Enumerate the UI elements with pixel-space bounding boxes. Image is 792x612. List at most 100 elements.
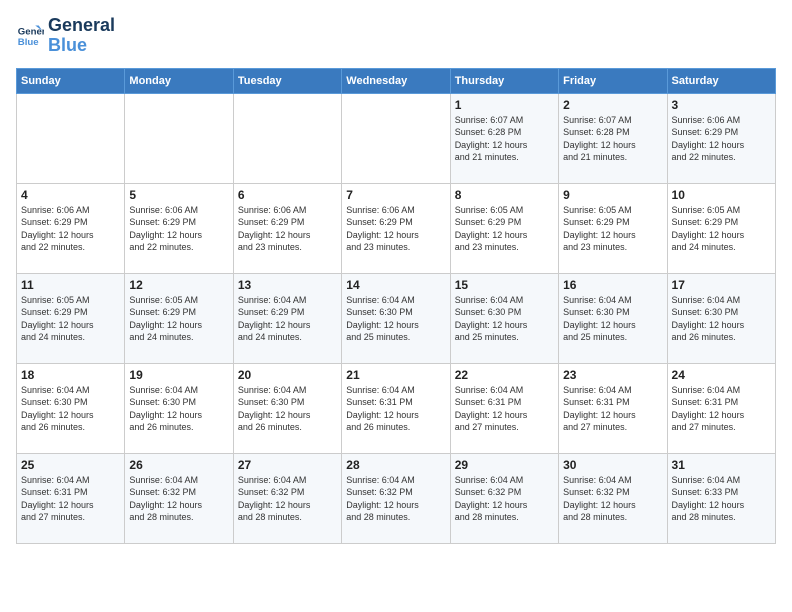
day-info: Sunrise: 6:05 AM Sunset: 6:29 PM Dayligh… — [21, 294, 120, 344]
day-number: 2 — [563, 98, 662, 112]
day-number: 22 — [455, 368, 554, 382]
weekday-header-saturday: Saturday — [667, 68, 775, 93]
weekday-header-wednesday: Wednesday — [342, 68, 450, 93]
day-info: Sunrise: 6:06 AM Sunset: 6:29 PM Dayligh… — [346, 204, 445, 254]
calendar-cell: 31Sunrise: 6:04 AM Sunset: 6:33 PM Dayli… — [667, 453, 775, 543]
day-info: Sunrise: 6:04 AM Sunset: 6:30 PM Dayligh… — [129, 384, 228, 434]
day-number: 15 — [455, 278, 554, 292]
logo: General Blue General Blue — [16, 16, 115, 56]
calendar-cell: 5 Sunrise: 6:06 AM Sunset: 6:29 PM Daylig… — [125, 183, 233, 273]
day-info: Sunrise: 6:04 AM Sunset: 6:31 PM Dayligh… — [563, 384, 662, 434]
calendar-cell: 2Sunrise: 6:07 AM Sunset: 6:28 PM Daylig… — [559, 93, 667, 183]
weekday-header-tuesday: Tuesday — [233, 68, 341, 93]
day-info: Sunrise: 6:04 AM Sunset: 6:30 PM Dayligh… — [346, 294, 445, 344]
week-row-4: 25 Sunrise: 6:04 AM Sunset: 6:31 PM Dayli… — [17, 453, 776, 543]
calendar-cell: 28 Sunrise: 6:04 AM Sunset: 6:32 PM Dayli… — [342, 453, 450, 543]
logo-text: General Blue — [48, 16, 115, 56]
calendar-cell: 17 Sunrise: 6:04 AM Sunset: 6:30 PM Dayli… — [667, 273, 775, 363]
day-info: Sunrise: 6:06 AM Sunset: 6:29 PM Dayligh… — [238, 204, 337, 254]
calendar-cell: 19 Sunrise: 6:04 AM Sunset: 6:30 PM Dayli… — [125, 363, 233, 453]
day-number: 10 — [672, 188, 771, 202]
calendar-cell: 7 Sunrise: 6:06 AM Sunset: 6:29 PM Daylig… — [342, 183, 450, 273]
weekday-header-thursday: Thursday — [450, 68, 558, 93]
calendar-cell: 14 Sunrise: 6:04 AM Sunset: 6:30 PM Dayli… — [342, 273, 450, 363]
calendar-cell: 18 Sunrise: 6:04 AM Sunset: 6:30 PM Dayli… — [17, 363, 125, 453]
day-info: Sunrise: 6:05 AM Sunset: 6:29 PM Dayligh… — [129, 294, 228, 344]
day-info: Sunrise: 6:04 AM Sunset: 6:31 PM Dayligh… — [21, 474, 120, 524]
calendar-cell: 23 Sunrise: 6:04 AM Sunset: 6:31 PM Dayli… — [559, 363, 667, 453]
calendar-cell — [342, 93, 450, 183]
calendar-cell: 12Sunrise: 6:05 AM Sunset: 6:29 PM Dayli… — [125, 273, 233, 363]
day-info: Sunrise: 6:05 AM Sunset: 6:29 PM Dayligh… — [563, 204, 662, 254]
day-info: Sunrise: 6:07 AM Sunset: 6:28 PM Dayligh… — [455, 114, 554, 164]
day-info: Sunrise: 6:04 AM Sunset: 6:30 PM Dayligh… — [21, 384, 120, 434]
day-info: Sunrise: 6:04 AM Sunset: 6:30 PM Dayligh… — [672, 294, 771, 344]
day-info: Sunrise: 6:06 AM Sunset: 6:29 PM Dayligh… — [21, 204, 120, 254]
calendar-cell: 4Sunrise: 6:06 AM Sunset: 6:29 PM Daylig… — [17, 183, 125, 273]
calendar-cell: 25 Sunrise: 6:04 AM Sunset: 6:31 PM Dayli… — [17, 453, 125, 543]
day-number: 30 — [563, 458, 662, 472]
day-number: 5 — [129, 188, 228, 202]
week-row-0: 1 Sunrise: 6:07 AM Sunset: 6:28 PM Daylig… — [17, 93, 776, 183]
day-number: 28 — [346, 458, 445, 472]
day-info: Sunrise: 6:04 AM Sunset: 6:30 PM Dayligh… — [455, 294, 554, 344]
calendar-cell: 24 Sunrise: 6:04 AM Sunset: 6:31 PM Dayli… — [667, 363, 775, 453]
calendar-table: SundayMondayTuesdayWednesdayThursdayFrid… — [16, 68, 776, 544]
day-number: 11 — [21, 278, 120, 292]
calendar-cell: 30 Sunrise: 6:04 AM Sunset: 6:32 PM Dayli… — [559, 453, 667, 543]
day-info: Sunrise: 6:04 AM Sunset: 6:32 PM Dayligh… — [129, 474, 228, 524]
calendar-cell: 22 Sunrise: 6:04 AM Sunset: 6:31 PM Dayli… — [450, 363, 558, 453]
day-number: 25 — [21, 458, 120, 472]
calendar-cell: 1 Sunrise: 6:07 AM Sunset: 6:28 PM Daylig… — [450, 93, 558, 183]
calendar-cell: 13 Sunrise: 6:04 AM Sunset: 6:29 PM Dayli… — [233, 273, 341, 363]
day-number: 6 — [238, 188, 337, 202]
day-info: Sunrise: 6:06 AM Sunset: 6:29 PM Dayligh… — [129, 204, 228, 254]
calendar-cell: 11 Sunrise: 6:05 AM Sunset: 6:29 PM Dayli… — [17, 273, 125, 363]
calendar-cell: 27 Sunrise: 6:04 AM Sunset: 6:32 PM Dayli… — [233, 453, 341, 543]
weekday-header-friday: Friday — [559, 68, 667, 93]
day-info: Sunrise: 6:04 AM Sunset: 6:32 PM Dayligh… — [346, 474, 445, 524]
day-info: Sunrise: 6:04 AM Sunset: 6:31 PM Dayligh… — [455, 384, 554, 434]
day-info: Sunrise: 6:04 AM Sunset: 6:31 PM Dayligh… — [346, 384, 445, 434]
day-info: Sunrise: 6:04 AM Sunset: 6:32 PM Dayligh… — [238, 474, 337, 524]
calendar-cell: 10 Sunrise: 6:05 AM Sunset: 6:29 PM Dayli… — [667, 183, 775, 273]
logo-icon: General Blue — [16, 22, 44, 50]
calendar-cell: 20 Sunrise: 6:04 AM Sunset: 6:30 PM Dayli… — [233, 363, 341, 453]
day-number: 21 — [346, 368, 445, 382]
day-number: 18 — [21, 368, 120, 382]
week-row-2: 11 Sunrise: 6:05 AM Sunset: 6:29 PM Dayli… — [17, 273, 776, 363]
day-info: Sunrise: 6:04 AM Sunset: 6:30 PM Dayligh… — [563, 294, 662, 344]
svg-text:Blue: Blue — [18, 37, 39, 48]
day-number: 14 — [346, 278, 445, 292]
calendar-cell: 15 Sunrise: 6:04 AM Sunset: 6:30 PM Dayli… — [450, 273, 558, 363]
day-info: Sunrise: 6:04 AM Sunset: 6:29 PM Dayligh… — [238, 294, 337, 344]
day-number: 27 — [238, 458, 337, 472]
day-number: 13 — [238, 278, 337, 292]
weekday-header-sunday: Sunday — [17, 68, 125, 93]
day-number: 24 — [672, 368, 771, 382]
weekday-row: SundayMondayTuesdayWednesdayThursdayFrid… — [17, 68, 776, 93]
day-number: 1 — [455, 98, 554, 112]
weekday-header-monday: Monday — [125, 68, 233, 93]
week-row-1: 4Sunrise: 6:06 AM Sunset: 6:29 PM Daylig… — [17, 183, 776, 273]
day-info: Sunrise: 6:04 AM Sunset: 6:31 PM Dayligh… — [672, 384, 771, 434]
day-number: 9 — [563, 188, 662, 202]
day-number: 20 — [238, 368, 337, 382]
day-number: 7 — [346, 188, 445, 202]
day-info: Sunrise: 6:04 AM Sunset: 6:30 PM Dayligh… — [238, 384, 337, 434]
day-number: 26 — [129, 458, 228, 472]
calendar-cell: 29Sunrise: 6:04 AM Sunset: 6:32 PM Dayli… — [450, 453, 558, 543]
page-header: General Blue General Blue — [16, 16, 776, 56]
day-number: 19 — [129, 368, 228, 382]
day-number: 17 — [672, 278, 771, 292]
day-info: Sunrise: 6:04 AM Sunset: 6:32 PM Dayligh… — [563, 474, 662, 524]
calendar-cell: 26 Sunrise: 6:04 AM Sunset: 6:32 PM Dayli… — [125, 453, 233, 543]
day-info: Sunrise: 6:04 AM Sunset: 6:32 PM Dayligh… — [455, 474, 554, 524]
day-info: Sunrise: 6:05 AM Sunset: 6:29 PM Dayligh… — [455, 204, 554, 254]
calendar-header: SundayMondayTuesdayWednesdayThursdayFrid… — [17, 68, 776, 93]
day-number: 23 — [563, 368, 662, 382]
calendar-cell — [125, 93, 233, 183]
day-info: Sunrise: 6:05 AM Sunset: 6:29 PM Dayligh… — [672, 204, 771, 254]
calendar-cell: 9 Sunrise: 6:05 AM Sunset: 6:29 PM Daylig… — [559, 183, 667, 273]
calendar-cell: 16Sunrise: 6:04 AM Sunset: 6:30 PM Dayli… — [559, 273, 667, 363]
